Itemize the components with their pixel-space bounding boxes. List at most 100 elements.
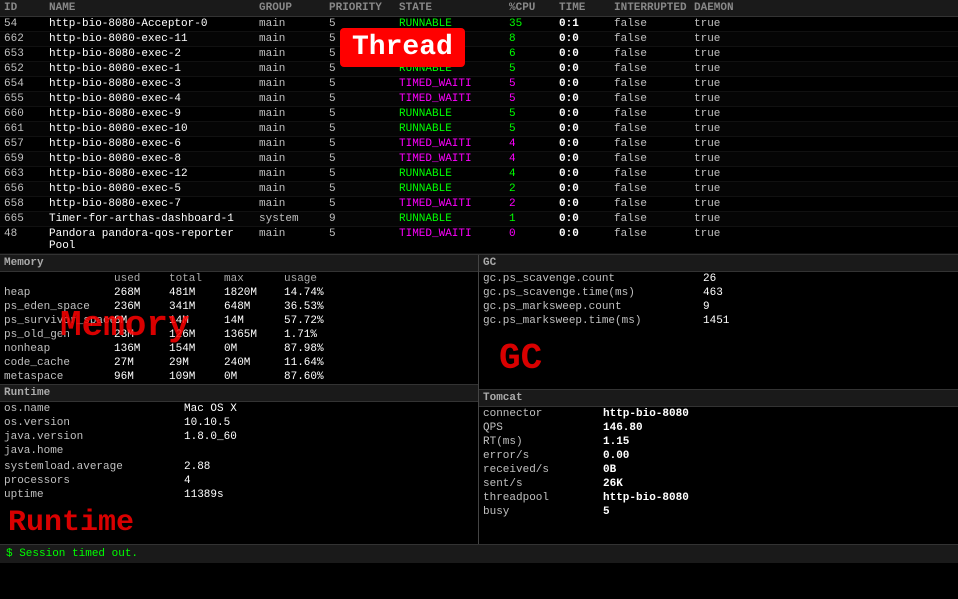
runtime-row-name: java.version — [4, 431, 184, 443]
tomcat-row-value: 146.80 — [603, 422, 954, 434]
list-item: java.version 1.8.0_60 — [0, 430, 478, 444]
tomcat-row-name: error/s — [483, 450, 603, 462]
thread-time: 0:0 — [559, 138, 614, 150]
col-priority-header: PRIORITY — [329, 2, 399, 14]
tomcat-row-value: 0B — [603, 464, 954, 476]
list-item: connector http-bio-8080 — [479, 407, 958, 421]
table-row: 663 http-bio-8080-exec-12 main 5 RUNNABL… — [0, 167, 958, 182]
thread-priority: 5 — [329, 153, 399, 165]
tomcat-row-value: 0.00 — [603, 450, 954, 462]
thread-priority: 5 — [329, 138, 399, 150]
mem-row-usage: 11.64% — [284, 357, 339, 369]
table-row: 657 http-bio-8080-exec-6 main 5 TIMED_WA… — [0, 137, 958, 152]
thread-name: Pandora pandora-qos-reporter Pool — [49, 228, 259, 252]
thread-id: 663 — [4, 168, 49, 180]
table-row: 656 http-bio-8080-exec-5 main 5 RUNNABLE… — [0, 182, 958, 197]
runtime-row-value: Mac OS X — [184, 403, 474, 415]
list-item: code_cache 27M 29M 240M 11.64% — [0, 356, 478, 370]
tomcat-row-name: RT(ms) — [483, 436, 603, 448]
thread-group: main — [259, 138, 329, 150]
list-item: threadpool http-bio-8080 — [479, 491, 958, 505]
table-row: 662 http-bio-8080-exec-11 main 5 RUNNABL… — [0, 32, 958, 47]
runtime-label-big: Runtime — [0, 502, 478, 544]
thread-state: RUNNABLE — [399, 123, 509, 135]
thread-priority: 5 — [329, 108, 399, 120]
thread-interrupted: false — [614, 198, 694, 210]
thread-name: Timer-for-arthas-dashboard-1 — [49, 213, 259, 225]
table-row: 653 http-bio-8080-exec-2 main 5 RUNNABLE… — [0, 47, 958, 62]
table-row: 655 http-bio-8080-exec-4 main 5 TIMED_WA… — [0, 92, 958, 107]
tomcat-row-name: busy — [483, 506, 603, 518]
thread-time: 0:0 — [559, 108, 614, 120]
thread-daemon: true — [694, 18, 754, 30]
thread-name: http-bio-8080-exec-5 — [49, 183, 259, 195]
app-container: Thread ID NAME GROUP PRIORITY STATE %CPU… — [0, 0, 958, 563]
thread-group: system — [259, 213, 329, 225]
thread-group: main — [259, 123, 329, 135]
gc-row-name: gc.ps_scavenge.time(ms) — [483, 287, 703, 299]
col-daemon-header: DAEMON — [694, 2, 754, 14]
runtime-row-value: 4 — [184, 475, 474, 487]
thread-interrupted: false — [614, 228, 694, 252]
thread-cpu: 0 — [509, 228, 559, 252]
mem-row-used: 268M — [114, 287, 169, 299]
list-item: heap 268M 481M 1820M 14.74% — [0, 286, 478, 300]
mem-row-total: 109M — [169, 371, 224, 383]
thread-daemon: true — [694, 63, 754, 75]
thread-interrupted: false — [614, 153, 694, 165]
runtime-row-name: systemload.average — [4, 461, 184, 473]
col-time-header: TIME — [559, 2, 614, 14]
thread-id: 653 — [4, 48, 49, 60]
gc-row-name: gc.ps_scavenge.count — [483, 273, 703, 285]
list-item: java.home — [0, 444, 478, 458]
thread-id: 655 — [4, 93, 49, 105]
thread-daemon: true — [694, 48, 754, 60]
thread-name: http-bio-8080-exec-8 — [49, 153, 259, 165]
gc-rows-container: gc.ps_scavenge.count 26 gc.ps_scavenge.t… — [479, 272, 958, 328]
mem-row-max: 648M — [224, 301, 284, 313]
tomcat-row-value: 1.15 — [603, 436, 954, 448]
thread-interrupted: false — [614, 48, 694, 60]
thread-priority: 5 — [329, 123, 399, 135]
runtime-row-name: java.home — [4, 445, 184, 457]
col-name-header: NAME — [49, 2, 259, 14]
mem-row-usage: 1.71% — [284, 329, 339, 341]
list-item: RT(ms) 1.15 — [479, 435, 958, 449]
thread-cpu: 4 — [509, 153, 559, 165]
thread-id: 656 — [4, 183, 49, 195]
thread-time: 0:0 — [559, 153, 614, 165]
thread-priority: 5 — [329, 78, 399, 90]
thread-cpu: 5 — [509, 93, 559, 105]
col-id-header: ID — [4, 2, 49, 14]
runtime-rows-container: os.name Mac OS X os.version 10.10.5 java… — [0, 402, 478, 502]
thread-cpu: 4 — [509, 168, 559, 180]
thread-priority: 5 — [329, 198, 399, 210]
memory-label-big: Memory — [60, 305, 190, 346]
thread-state: TIMED_WAITI — [399, 78, 509, 90]
tomcat-section: Tomcat connector http-bio-8080 QPS 146.8… — [479, 389, 958, 519]
mem-row-usage: 87.98% — [284, 343, 339, 355]
thread-name: http-bio-8080-exec-10 — [49, 123, 259, 135]
thread-group: main — [259, 78, 329, 90]
list-item: gc.ps_scavenge.count 26 — [479, 272, 958, 286]
list-item: uptime 11389s — [0, 488, 478, 502]
thread-daemon: true — [694, 108, 754, 120]
thread-interrupted: false — [614, 183, 694, 195]
mem-row-used: 27M — [114, 357, 169, 369]
thread-state: TIMED_WAITI — [399, 198, 509, 210]
thread-state: TIMED_WAITI — [399, 228, 509, 252]
thread-time: 0:0 — [559, 93, 614, 105]
mem-row-max: 1820M — [224, 287, 284, 299]
thread-daemon: true — [694, 93, 754, 105]
tomcat-row-value: 26K — [603, 478, 954, 490]
thread-cpu: 6 — [509, 48, 559, 60]
mem-col-name — [4, 273, 114, 285]
list-item: busy 5 — [479, 505, 958, 519]
thread-name: http-bio-8080-exec-9 — [49, 108, 259, 120]
gc-row-value: 26 — [703, 273, 783, 285]
table-row: 54 http-bio-8080-Acceptor-0 main 5 RUNNA… — [0, 17, 958, 32]
thread-daemon: true — [694, 153, 754, 165]
thread-daemon: true — [694, 213, 754, 225]
mem-row-total: 29M — [169, 357, 224, 369]
mem-row-usage: 87.60% — [284, 371, 339, 383]
